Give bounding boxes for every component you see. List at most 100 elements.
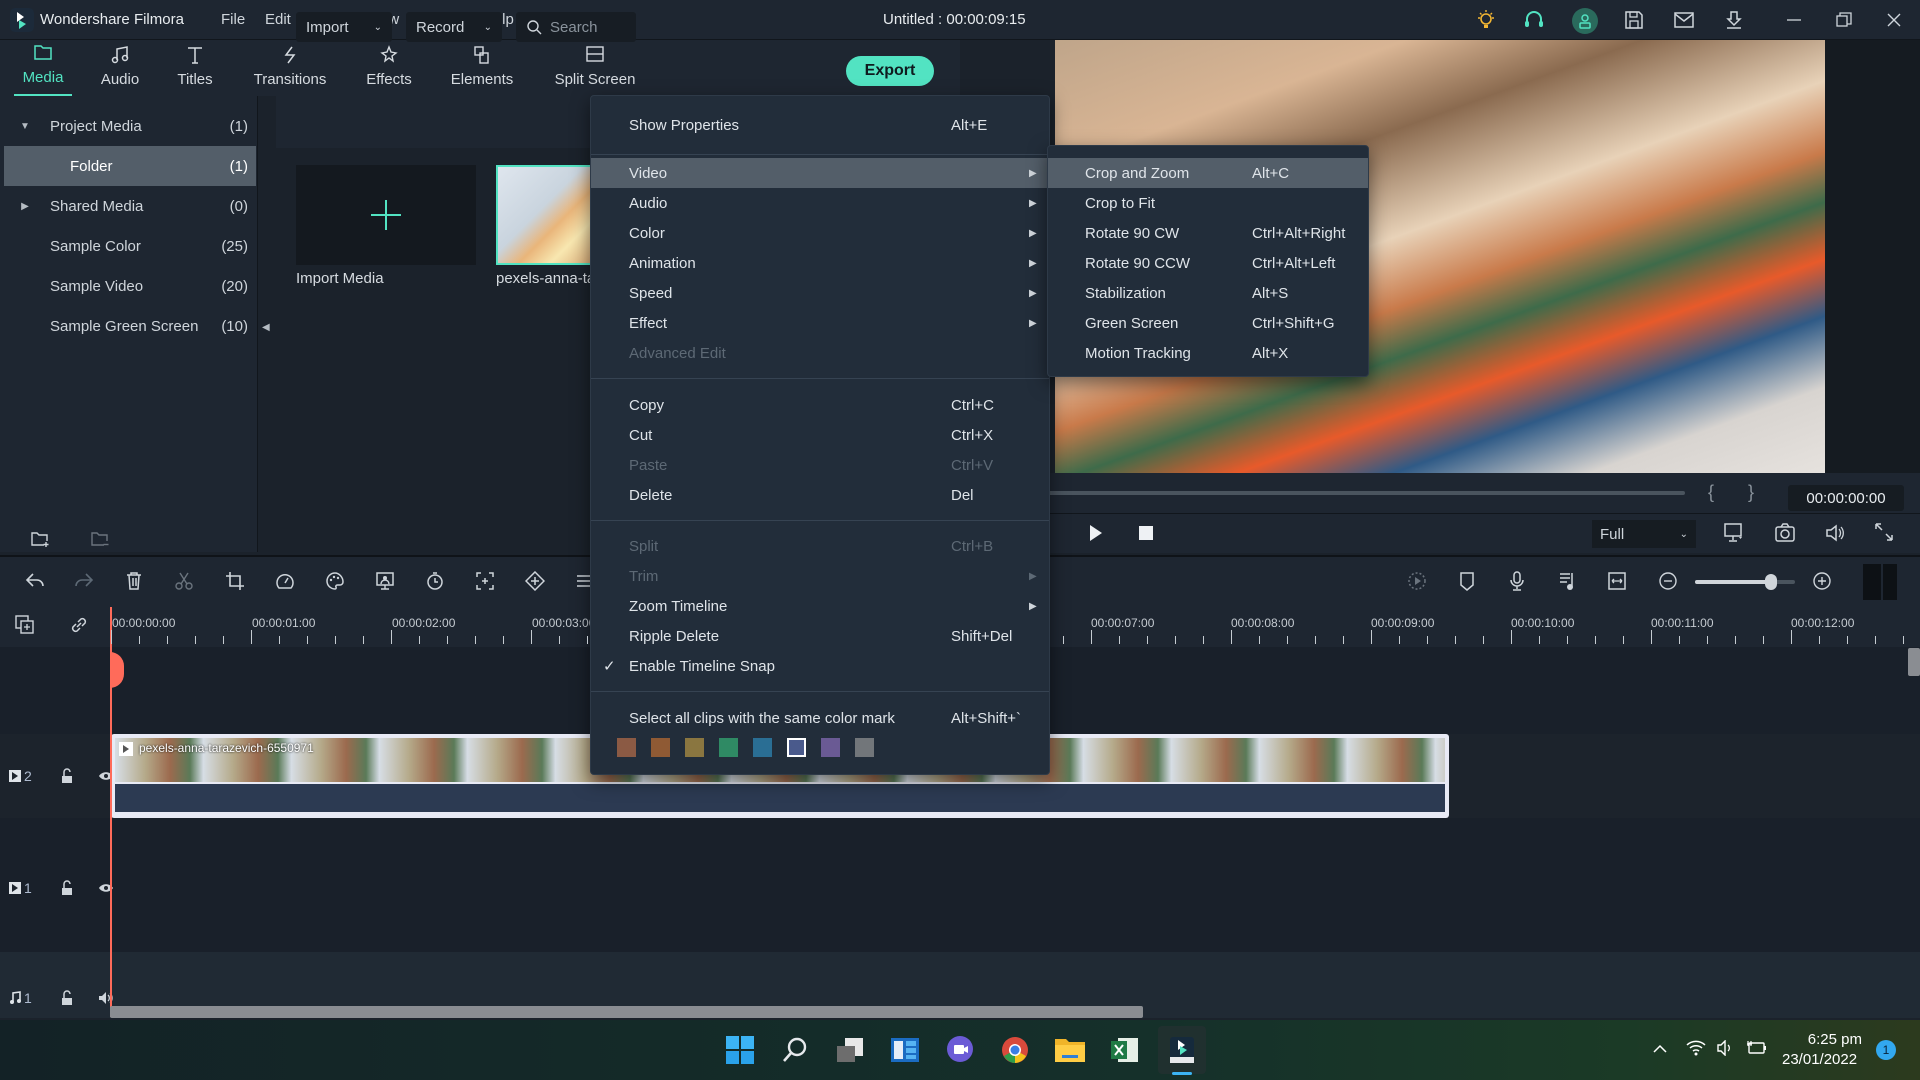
menu-item-show-properties[interactable]: Show Properties Alt+E [591, 110, 1049, 140]
marker-icon[interactable] [1452, 566, 1482, 596]
lock-icon[interactable] [60, 990, 74, 1006]
timeline-horizontal-scrollbar[interactable] [110, 1006, 1143, 1018]
submenu-item-rotate-ccw[interactable]: Rotate 90 CCW Ctrl+Alt+Left [1048, 248, 1368, 278]
color-mark-swatch[interactable] [787, 738, 806, 757]
collapse-panel-arrow-icon[interactable]: ◀ [262, 322, 270, 333]
zoom-in-icon[interactable] [1807, 566, 1837, 596]
restore-icon[interactable] [1831, 8, 1857, 32]
submenu-item-motion-tracking[interactable]: Motion Tracking Alt+X [1048, 338, 1368, 368]
duration-timer-icon[interactable] [420, 566, 450, 596]
delete-folder-icon[interactable] [90, 530, 110, 548]
voiceover-mic-icon[interactable] [1502, 566, 1532, 596]
playback-quality-dropdown[interactable]: Full ⌄ [1592, 520, 1696, 548]
stop-icon[interactable] [1139, 526, 1153, 540]
menu-item-select-same-color[interactable]: Select all clips with the same color mar… [591, 703, 1049, 733]
color-mark-swatch[interactable] [753, 738, 772, 757]
submenu-item-green-screen[interactable]: Green Screen Ctrl+Shift+G [1048, 308, 1368, 338]
green-screen-icon[interactable] [370, 566, 400, 596]
file-explorer-icon[interactable] [1050, 1030, 1090, 1070]
library-item-folder[interactable]: Folder (1) [4, 146, 256, 186]
library-item-sample-green-screen[interactable]: Sample Green Screen (10) [0, 306, 256, 346]
redo-icon[interactable] [69, 566, 99, 596]
lock-icon[interactable] [60, 880, 74, 896]
tab-elements[interactable]: Elements [448, 40, 516, 96]
auto-reframe-icon[interactable] [470, 566, 500, 596]
color-mark-swatch[interactable] [719, 738, 738, 757]
volume-icon[interactable] [1824, 522, 1846, 544]
clock-time[interactable]: 6:25 pm [1806, 1031, 1862, 1048]
render-preview-icon[interactable] [1402, 566, 1432, 596]
submenu-item-crop-and-zoom[interactable]: Crop and Zoom Alt+C [1048, 158, 1368, 188]
save-icon[interactable] [1621, 8, 1647, 32]
widgets-icon[interactable] [885, 1030, 925, 1070]
task-view-icon[interactable] [830, 1030, 870, 1070]
zoom-out-icon[interactable] [1653, 566, 1683, 596]
headset-support-icon[interactable] [1521, 8, 1547, 32]
import-media-tile[interactable] [296, 165, 476, 265]
color-mark-swatch[interactable] [821, 738, 840, 757]
menu-item-audio[interactable]: Audio ▶ [591, 188, 1049, 218]
menu-item-ripple-delete[interactable]: Ripple Delete Shift+Del [591, 621, 1049, 651]
submenu-item-crop-to-fit[interactable]: Crop to Fit [1048, 188, 1368, 218]
speaker-icon[interactable] [1716, 1040, 1736, 1056]
filmora-taskbar-icon[interactable] [1158, 1026, 1206, 1074]
play-icon[interactable] [1089, 524, 1103, 542]
link-icon[interactable] [68, 614, 90, 636]
menu-item-zoom-timeline[interactable]: Zoom Timeline ▶ [591, 591, 1049, 621]
timeline-vertical-scrollbar[interactable] [1908, 648, 1920, 676]
audio-mixer-icon[interactable] [1552, 566, 1582, 596]
timeline-zoom-handle[interactable] [1765, 574, 1777, 590]
close-icon[interactable] [1881, 8, 1907, 32]
lightbulb-icon[interactable] [1473, 8, 1499, 32]
tab-audio[interactable]: Audio [95, 40, 145, 96]
menu-file[interactable]: File [221, 11, 245, 28]
tab-effects[interactable]: Effects [360, 40, 418, 96]
library-item-sample-color[interactable]: Sample Color (25) [0, 226, 256, 266]
fit-timeline-icon[interactable] [1602, 566, 1632, 596]
menu-item-color[interactable]: Color ▶ [591, 218, 1049, 248]
submenu-item-rotate-cw[interactable]: Rotate 90 CW Ctrl+Alt+Right [1048, 218, 1368, 248]
teams-chat-icon[interactable] [940, 1030, 980, 1070]
mail-icon[interactable] [1671, 8, 1697, 32]
tab-media[interactable]: Media [14, 40, 72, 96]
speed-gauge-icon[interactable] [270, 566, 300, 596]
menu-item-delete[interactable]: Delete Del [591, 480, 1049, 510]
crop-icon[interactable] [220, 566, 250, 596]
tab-titles[interactable]: Titles [170, 40, 220, 96]
search-input[interactable]: Search [516, 12, 636, 42]
menu-item-cut[interactable]: Cut Ctrl+X [591, 420, 1049, 450]
import-dropdown[interactable]: Import ⌄ [296, 12, 392, 42]
account-avatar-icon[interactable] [1572, 8, 1598, 34]
lock-icon[interactable] [60, 768, 74, 784]
start-windows-icon[interactable] [720, 1030, 760, 1070]
expand-caret-icon[interactable]: ▼ [0, 121, 50, 132]
download-icon[interactable] [1721, 8, 1747, 32]
wifi-icon[interactable] [1686, 1040, 1706, 1056]
mark-in-button[interactable]: { [1708, 482, 1714, 503]
record-dropdown[interactable]: Record ⌄ [406, 12, 502, 42]
menu-item-animation[interactable]: Animation ▶ [591, 248, 1049, 278]
preview-progress-slider[interactable] [1045, 491, 1685, 495]
notification-badge[interactable]: 1 [1876, 1040, 1896, 1060]
battery-charging-icon[interactable] [1746, 1040, 1768, 1056]
tab-transitions[interactable]: Transitions [250, 40, 330, 96]
color-palette-icon[interactable] [320, 566, 350, 596]
mark-out-button[interactable]: } [1748, 482, 1754, 503]
library-item-project-media[interactable]: ▼ Project Media (1) [0, 106, 256, 146]
fullscreen-icon[interactable] [1874, 522, 1894, 542]
chrome-icon[interactable] [995, 1030, 1035, 1070]
excel-icon[interactable] [1105, 1030, 1145, 1070]
new-folder-icon[interactable] [30, 530, 50, 548]
menu-item-video[interactable]: Video ▶ [591, 158, 1049, 188]
menu-item-speed[interactable]: Speed ▶ [591, 278, 1049, 308]
add-track-icon[interactable] [14, 614, 36, 636]
taskbar-search-icon[interactable] [775, 1030, 815, 1070]
export-button[interactable]: Export [846, 56, 934, 86]
color-mark-swatch[interactable] [855, 738, 874, 757]
clock-date[interactable]: 23/01/2022 [1782, 1051, 1857, 1068]
display-settings-icon[interactable] [1723, 522, 1745, 544]
color-mark-swatch[interactable] [617, 738, 636, 757]
delete-trash-icon[interactable] [119, 566, 149, 596]
menu-edit[interactable]: Edit [265, 11, 291, 28]
menu-item-copy[interactable]: Copy Ctrl+C [591, 390, 1049, 420]
